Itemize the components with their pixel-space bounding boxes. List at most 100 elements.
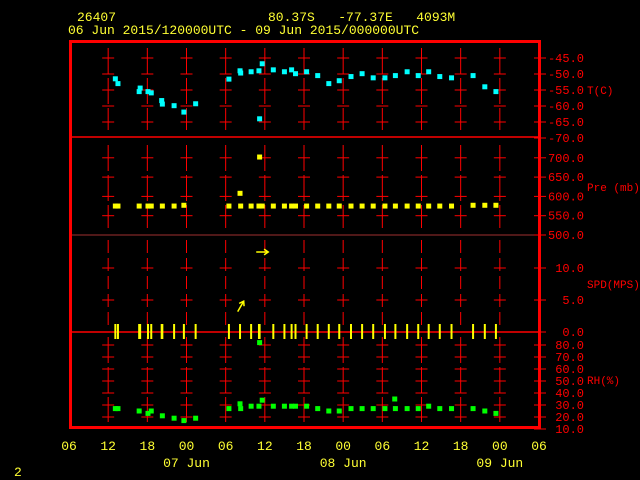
temperature-point [426,69,432,75]
axis-tick-label: 10.0 [555,423,584,437]
humidity-point [257,340,263,346]
x-tick-label: 12 [414,439,430,454]
humidity-point [148,408,154,414]
pressure-point [482,202,488,208]
axis-title-p: Pre (mb) [587,183,640,195]
axis-tick-label: 10.0 [555,262,584,276]
humidity-point [136,408,142,414]
humidity-point [293,403,299,409]
humidity-point [171,415,177,421]
temperature-point [370,75,376,81]
temperature-point [259,61,265,67]
humidity-point [226,406,232,412]
humidity-point [281,403,287,409]
temperature-point [193,101,199,107]
pressure-point [336,203,342,209]
pressure-point [304,203,310,209]
humidity-point [238,406,244,412]
humidity-point [304,403,310,409]
humidity-point [270,403,276,409]
temperature-point [270,67,276,73]
axis-tick-label: -70.0 [548,132,584,146]
temperature-point [449,75,455,81]
humidity-point [115,406,121,412]
humidity-point [259,397,265,403]
pressure-point [449,203,455,209]
pressure-point [270,203,276,209]
pressure-point [415,203,421,209]
temperature-point [257,116,263,122]
meteogram-chart: -45.0 -50.0 -55.0 -60.0 -65.0 -70.0 T(C) 700.0 6… [61,40,640,471]
temperature-point [293,71,299,77]
axis-tick-label: 650.0 [548,171,584,185]
temperature-point [238,70,244,76]
temperature-point [493,89,499,95]
temperature-point [336,78,342,84]
temperature-point [256,68,262,74]
temperature-point [348,74,354,80]
temperature-point [115,81,121,87]
temperature-point [226,76,232,82]
pressure-point [370,203,376,209]
humidity-point [404,406,410,412]
pressure-point [159,203,165,209]
pressure-point [493,202,499,208]
axis-tick-label: 600.0 [548,190,584,204]
pressure-point [426,203,432,209]
temperature-point [482,84,488,90]
humidity-point [392,396,398,402]
pressure-point [293,203,299,209]
axis-tick-label: 5.0 [562,294,584,308]
humidity-point [248,403,254,409]
humidity-point [392,406,398,412]
pressure-point [115,203,121,209]
x-tick-label: 06 [218,439,234,454]
humidity-point [415,406,421,412]
pressure-point [237,190,243,196]
axis-tick-label: 700.0 [548,152,584,166]
temperature-point [112,76,118,82]
temperature-point [415,73,421,79]
humidity-point [181,418,187,424]
pressure-point [326,203,332,209]
x-tick-label: 06 [61,439,77,454]
pressure-point [404,203,410,209]
humidity-point [437,406,443,412]
axis-tick-label: 550.0 [548,210,584,224]
axis-title-t: T(C) [587,86,613,98]
x-tick-label: 12 [257,439,273,454]
temperature-point [181,109,187,115]
x-tick-label: 00 [179,439,195,454]
x-tick-label: 06 [531,439,547,454]
x-date-label: 09 Jun [476,456,523,471]
axis-title-rh: RH(%) [587,376,620,388]
temperature-point [281,69,287,75]
x-tick-label: 18 [296,439,312,454]
x-date-label: 08 Jun [320,456,367,471]
pressure-point [470,202,476,208]
pressure-point [281,203,287,209]
axis-tick-label: -60.0 [548,100,584,114]
pressure-point [392,203,398,209]
humidity-point [370,406,376,412]
pressure-point [437,203,443,209]
humidity-point [315,406,321,412]
pressure-point [171,203,177,209]
humidity-point [470,406,476,412]
x-tick-label: 18 [140,439,156,454]
pressure-point [257,154,263,160]
pressure-point [315,203,321,209]
pressure-point [348,203,354,209]
x-tick-label: 06 [375,439,391,454]
axis-title-spd: SPD(MPS) [587,280,640,292]
humidity-point [348,406,354,412]
humidity-point [382,406,388,412]
temperature-point [137,85,143,91]
temperature-point [159,101,165,107]
pressure-point [148,203,154,209]
humidity-point [493,410,499,416]
humidity-point [336,408,342,414]
temperature-point [437,74,443,80]
humidity-point [359,406,365,412]
pressure-point [259,203,265,209]
